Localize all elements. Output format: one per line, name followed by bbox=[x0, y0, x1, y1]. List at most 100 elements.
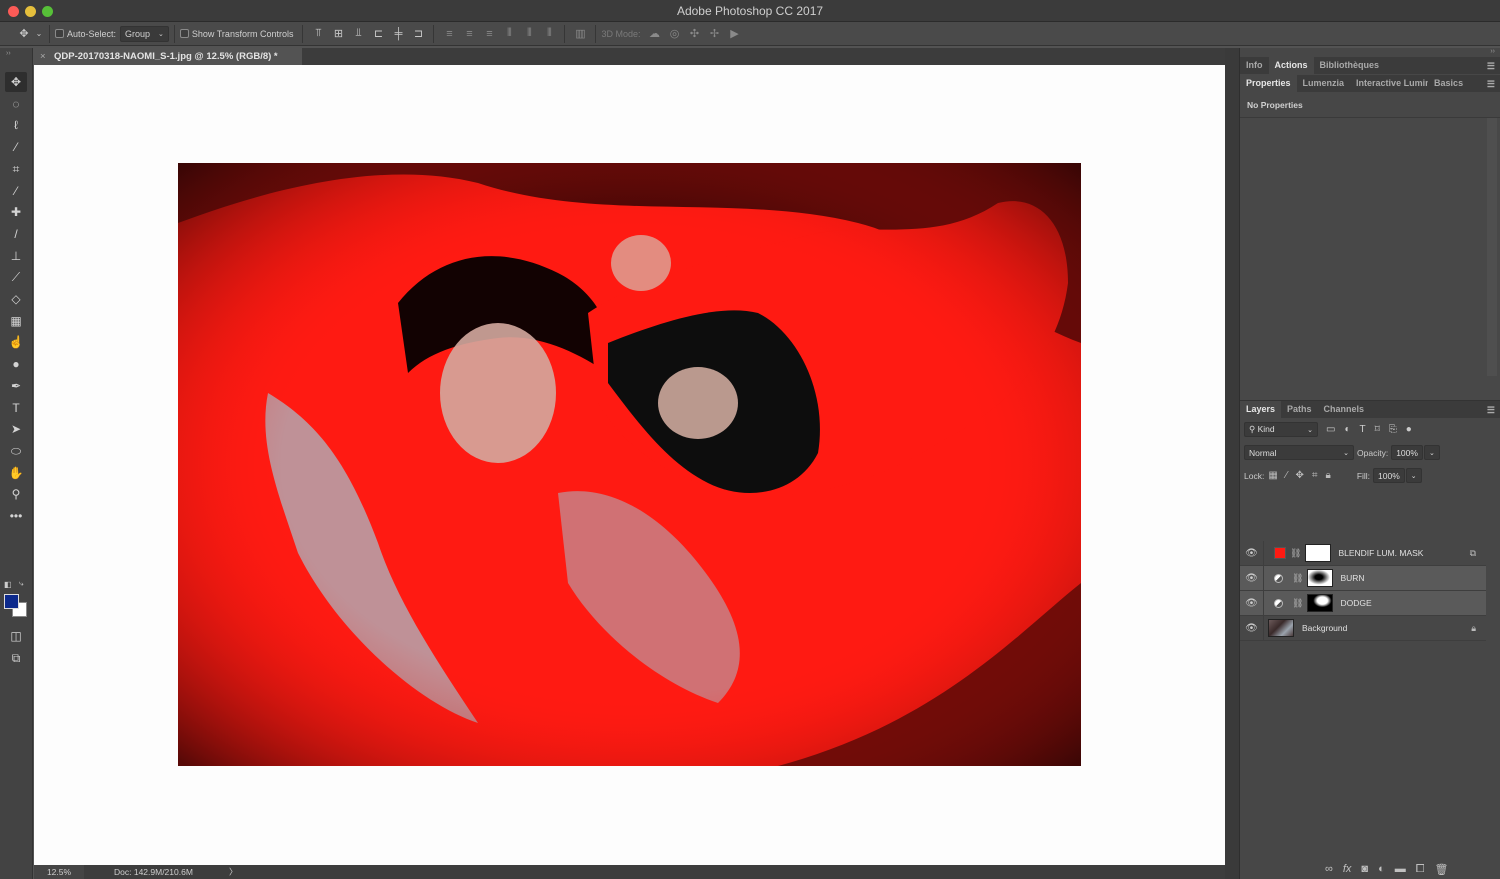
align-right-edges-icon[interactable]: ⊐ bbox=[408, 27, 428, 40]
move-tool-preset-icon[interactable]: ✥ bbox=[14, 27, 34, 40]
default-colors-icon[interactable]: ◧ bbox=[4, 580, 12, 589]
canvas-area[interactable] bbox=[34, 65, 1225, 865]
foreground-color-swatch[interactable] bbox=[4, 594, 19, 609]
tab-channels[interactable]: Channels bbox=[1318, 401, 1371, 418]
filter-type-icon[interactable]: T bbox=[1360, 424, 1366, 435]
swap-colors-icon[interactable]: ⤷ bbox=[19, 579, 23, 589]
link-layers-icon[interactable]: ∞ bbox=[1325, 863, 1333, 876]
eyedropper-tool[interactable]: ⁄ bbox=[5, 181, 27, 201]
tab-layers[interactable]: Layers bbox=[1240, 401, 1282, 418]
tab-interactive-luminosity[interactable]: Interactive Luminı bbox=[1350, 75, 1428, 92]
drag-3d-icon[interactable]: ✣ bbox=[685, 27, 705, 40]
distribute-bottom-icon[interactable]: ≡ bbox=[479, 28, 499, 40]
brush-tool[interactable]: / bbox=[5, 224, 27, 244]
pen-tool[interactable]: ✒ bbox=[5, 376, 27, 396]
distribute-left-icon[interactable]: ⦀ bbox=[499, 27, 519, 40]
status-menu-arrow[interactable]: 〉 bbox=[229, 865, 238, 879]
distribute-vcenter-icon[interactable]: ≡ bbox=[459, 28, 479, 40]
lock-transparency-icon[interactable]: ▦ bbox=[1268, 470, 1277, 481]
close-window-button[interactable] bbox=[8, 6, 19, 17]
zoom-tool[interactable]: ⚲ bbox=[5, 484, 27, 504]
close-document-icon[interactable]: × bbox=[40, 48, 46, 65]
filter-smart-object-icon[interactable]: ⎘ bbox=[1389, 424, 1397, 435]
magic-wand-tool[interactable]: ⁄ bbox=[5, 137, 27, 157]
tab-libraries[interactable]: Bibliothèques bbox=[1314, 57, 1386, 74]
hand-tool[interactable]: ✋ bbox=[5, 463, 27, 483]
fill-color-thumbnail[interactable] bbox=[1274, 547, 1286, 559]
delete-layer-icon[interactable]: 🗑︎ bbox=[1435, 863, 1449, 876]
new-layer-icon[interactable]: ⧠ bbox=[1416, 863, 1425, 876]
fill-input[interactable]: 100% bbox=[1373, 468, 1405, 483]
collapse-toolbar-icon[interactable]: ›› bbox=[6, 50, 11, 57]
layer-row-dodge[interactable]: 👁︎ ⛓︎ DODGE bbox=[1240, 590, 1486, 616]
orbit-3d-icon[interactable]: ☁ bbox=[645, 27, 665, 40]
filter-kind-dropdown[interactable]: ⚲ Kind ⌄ bbox=[1244, 422, 1318, 437]
scale-3d-icon[interactable]: ▶ bbox=[725, 27, 745, 40]
slide-3d-icon[interactable]: ✢ bbox=[705, 27, 725, 40]
tab-basics[interactable]: Basics bbox=[1428, 75, 1469, 92]
layer-name[interactable]: BURN bbox=[1340, 573, 1364, 583]
visibility-eye-icon[interactable]: 👁︎ bbox=[1240, 590, 1264, 616]
blend-mode-dropdown[interactable]: Normal ⌄ bbox=[1244, 445, 1354, 460]
tab-info[interactable]: Info bbox=[1240, 57, 1269, 74]
minimize-window-button[interactable] bbox=[25, 6, 36, 17]
tab-actions[interactable]: Actions bbox=[1268, 57, 1314, 74]
healing-brush-tool[interactable]: ✚ bbox=[5, 202, 27, 222]
zoom-level[interactable]: 12.5% bbox=[34, 865, 84, 879]
layer-row-blendif[interactable]: 👁︎ ⛓︎ BLENDIF LUM. MASK ⧉ bbox=[1240, 540, 1486, 566]
distribute-hcenter-icon[interactable]: ⦀ bbox=[519, 27, 539, 40]
panel-menu-icon[interactable]: ☰ bbox=[1487, 61, 1495, 72]
document-tab[interactable]: × QDP-20170318-NAOMI_S-1.jpg @ 12.5% (RG… bbox=[34, 48, 302, 65]
document-image[interactable] bbox=[178, 163, 1081, 766]
roll-3d-icon[interactable]: ◎ bbox=[665, 27, 685, 40]
lock-all-icon[interactable]: 🔒︎ bbox=[1325, 470, 1330, 481]
mask-thumbnail[interactable] bbox=[1307, 569, 1334, 587]
history-brush-tool[interactable]: ⟋ bbox=[5, 267, 27, 287]
type-tool[interactable]: T bbox=[5, 398, 27, 418]
align-top-edges-icon[interactable]: ⫪ bbox=[308, 27, 328, 40]
lock-pixels-icon[interactable]: ⁄ bbox=[1286, 470, 1288, 481]
auto-align-layers-icon[interactable]: ▥ bbox=[570, 27, 590, 40]
filter-shape-icon[interactable]: ⌑ bbox=[1375, 424, 1380, 435]
lasso-tool[interactable]: ℓ bbox=[5, 115, 27, 135]
show-transform-controls-checkbox[interactable]: Show Transform Controls bbox=[179, 29, 293, 39]
visibility-eye-icon[interactable]: 👁︎ bbox=[1240, 540, 1264, 566]
smudge-tool[interactable]: ☝ bbox=[5, 332, 27, 352]
align-horizontal-centers-icon[interactable]: ╪ bbox=[388, 28, 408, 40]
align-left-edges-icon[interactable]: ⊏ bbox=[368, 27, 388, 40]
crop-tool[interactable]: ⌗ bbox=[5, 159, 27, 179]
mask-thumbnail[interactable] bbox=[1307, 594, 1334, 612]
panel-menu-icon[interactable]: ☰ bbox=[1487, 79, 1495, 90]
distribute-right-icon[interactable]: ⦀ bbox=[539, 27, 559, 40]
align-vertical-centers-icon[interactable]: ⊞ bbox=[328, 27, 348, 40]
link-chain-icon[interactable]: ⛓︎ bbox=[1292, 573, 1303, 584]
gradient-tool[interactable]: ▦ bbox=[5, 311, 27, 331]
filter-toggle-icon[interactable]: ● bbox=[1406, 424, 1412, 435]
auto-select-mode-dropdown[interactable]: Group ⌄ bbox=[120, 25, 169, 42]
mask-thumbnail[interactable] bbox=[1305, 544, 1332, 562]
sponge-tool[interactable]: ● bbox=[5, 354, 27, 374]
path-selection-tool[interactable]: ➤ bbox=[5, 419, 27, 439]
filter-adjustment-icon[interactable]: ◐ bbox=[1344, 424, 1350, 435]
lock-position-icon[interactable]: ✥ bbox=[1295, 470, 1303, 481]
quick-mask-icon[interactable]: ◫ bbox=[5, 626, 27, 646]
chevron-down-icon[interactable]: ⌄ bbox=[34, 29, 44, 38]
panel-menu-icon[interactable]: ☰ bbox=[1487, 405, 1495, 416]
layer-name[interactable]: DODGE bbox=[1340, 598, 1371, 608]
layer-name[interactable]: BLENDIF LUM. MASK bbox=[1338, 548, 1423, 558]
tab-properties[interactable]: Properties bbox=[1240, 75, 1297, 92]
layer-row-background[interactable]: 👁︎ Background 🔒︎ bbox=[1240, 615, 1486, 641]
clone-stamp-tool[interactable]: ⊥ bbox=[5, 246, 27, 266]
adjustment-layer-icon[interactable]: ◐ bbox=[1378, 863, 1385, 876]
tab-lumenzia[interactable]: Lumenzia bbox=[1297, 75, 1351, 92]
lock-artboard-icon[interactable]: ⌗ bbox=[1312, 470, 1318, 481]
opacity-input[interactable]: 100% bbox=[1391, 445, 1423, 460]
link-chain-icon[interactable]: ⛓︎ bbox=[1292, 598, 1303, 609]
collapse-panels-icon[interactable]: ›› bbox=[1490, 48, 1495, 55]
screen-mode-icon[interactable]: ⧉ bbox=[5, 648, 27, 668]
properties-scrollbar[interactable] bbox=[1487, 118, 1497, 376]
add-mask-icon[interactable]: ◙ bbox=[1361, 863, 1368, 876]
edit-toolbar[interactable]: ••• bbox=[5, 506, 27, 526]
align-bottom-edges-icon[interactable]: ⫫ bbox=[348, 27, 368, 40]
distribute-top-icon[interactable]: ≡ bbox=[439, 28, 459, 40]
